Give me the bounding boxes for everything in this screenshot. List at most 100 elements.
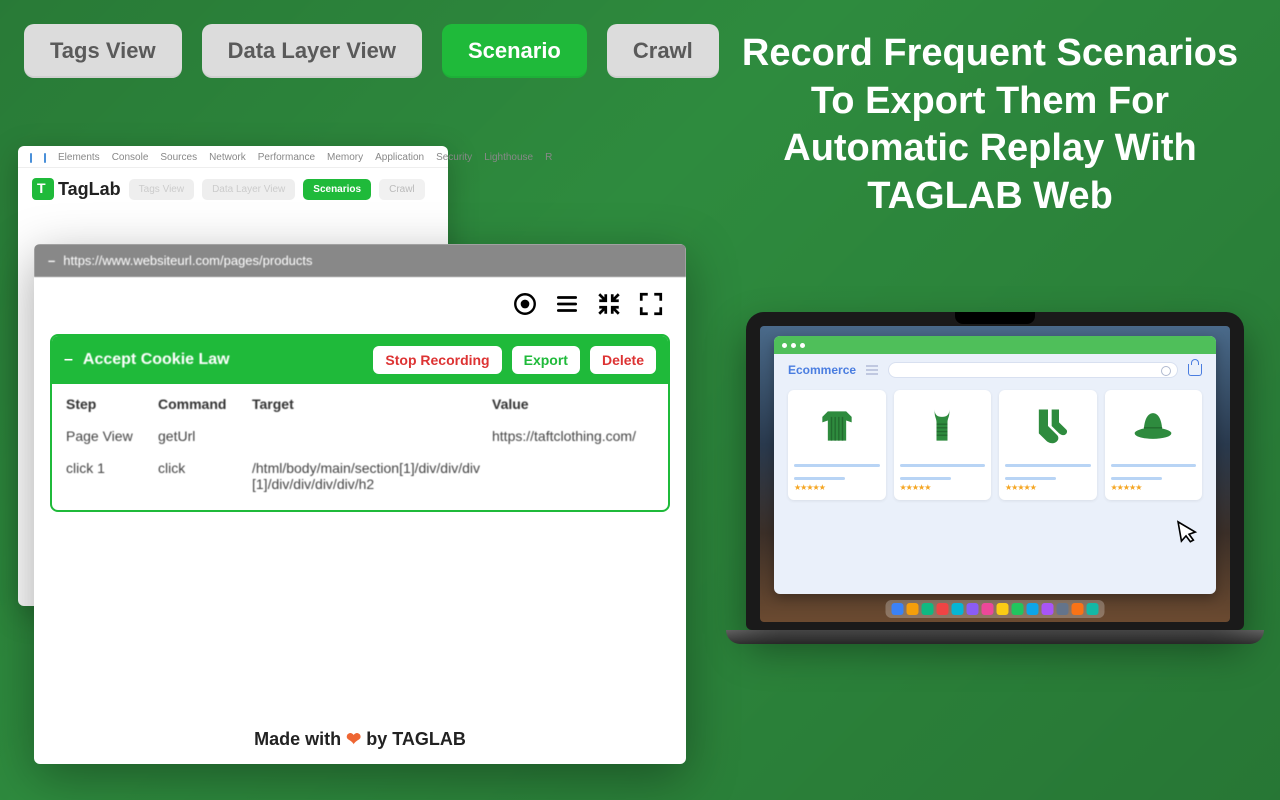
dock-app-icon[interactable] <box>967 603 979 615</box>
placeholder-line <box>794 464 880 467</box>
dock-app-icon[interactable] <box>907 603 919 615</box>
made-with-prefix: Made with <box>254 729 346 749</box>
dock-app-icon[interactable] <box>922 603 934 615</box>
devtools-tab[interactable]: Network <box>209 152 246 163</box>
table-row[interactable]: Page View getUrl https://taftclothing.co… <box>52 420 668 452</box>
dock-app-icon[interactable] <box>982 603 994 615</box>
scenario-card: – Accept Cookie Law Stop Recording Expor… <box>50 334 670 512</box>
made-with-suffix: by TAGLAB <box>361 729 466 749</box>
rating-stars: ★★★★★ <box>900 483 986 492</box>
mini-tab-tags-view[interactable]: Tags View <box>129 179 194 200</box>
record-icon[interactable] <box>512 291 538 322</box>
devtools-tab[interactable]: R <box>545 152 552 163</box>
placeholder-line <box>1005 464 1091 467</box>
cell-step: click 1 <box>66 460 158 492</box>
cell-command: click <box>158 460 252 492</box>
dock-app-icon[interactable] <box>1027 603 1039 615</box>
stop-recording-button[interactable]: Stop Recording <box>373 346 501 374</box>
product-card[interactable]: ★★★★★ <box>999 390 1097 500</box>
cell-step: Page View <box>66 428 158 444</box>
dock-app-icon[interactable] <box>1012 603 1024 615</box>
rating-stars: ★★★★★ <box>1005 483 1091 492</box>
placeholder-line <box>794 477 845 480</box>
devtools-tab[interactable]: Lighthouse <box>484 152 533 163</box>
cart-icon[interactable] <box>1188 364 1202 376</box>
collapse-icon[interactable]: – <box>48 253 55 268</box>
delete-button[interactable]: Delete <box>590 346 656 374</box>
scenario-title: Accept Cookie Law <box>83 351 363 369</box>
taglab-logo-icon <box>32 178 54 200</box>
list-icon[interactable] <box>554 291 580 322</box>
taglab-toolbar: TagLab Tags View Data Layer View Scenari… <box>18 168 448 210</box>
cell-value <box>492 460 654 492</box>
scenario-toolbar <box>34 277 686 328</box>
traffic-light-icon <box>782 343 787 348</box>
table-row[interactable]: click 1 click /html/body/main/section[1]… <box>52 452 668 500</box>
placeholder-line <box>900 477 951 480</box>
scenario-panel: – https://www.websiteurl.com/pages/produ… <box>34 244 686 764</box>
product-card[interactable]: ★★★★★ <box>1105 390 1203 500</box>
browser-window: Ecommerce ★★★★★ <box>774 336 1216 594</box>
devtools-tab[interactable]: Performance <box>258 152 315 163</box>
dock-app-icon[interactable] <box>892 603 904 615</box>
mini-tab-crawl[interactable]: Crawl <box>379 179 425 200</box>
scenario-card-header: – Accept Cookie Law Stop Recording Expor… <box>52 336 668 384</box>
traffic-light-icon <box>800 343 805 348</box>
devtools-tab[interactable]: Elements <box>58 152 100 163</box>
traffic-light-icon <box>791 343 796 348</box>
url-bar[interactable]: – https://www.websiteurl.com/pages/produ… <box>34 244 686 277</box>
rating-stars: ★★★★★ <box>794 483 880 492</box>
col-step: Step <box>66 396 158 412</box>
taglab-logo: TagLab <box>32 178 121 200</box>
devtools-tab[interactable]: Security <box>436 152 472 163</box>
step-table: Step Command Target Value Page View getU… <box>52 384 668 510</box>
export-button[interactable]: Export <box>512 346 580 374</box>
devtools-tab[interactable]: Memory <box>327 152 363 163</box>
mini-tab-scenarios[interactable]: Scenarios <box>303 179 371 200</box>
hero-headline: Record Frequent Scenarios To Export Them… <box>730 30 1250 220</box>
tab-tags-view[interactable]: Tags View <box>24 24 182 78</box>
menu-icon[interactable] <box>866 365 878 375</box>
devtools-tab[interactable]: Console <box>112 152 149 163</box>
taglab-logo-text: TagLab <box>58 179 121 200</box>
col-target: Target <box>252 396 492 412</box>
dock-app-icon[interactable] <box>997 603 1009 615</box>
tab-crawl[interactable]: Crawl <box>607 24 719 78</box>
laptop-screen: Ecommerce ★★★★★ <box>760 326 1230 622</box>
product-card[interactable]: ★★★★★ <box>894 390 992 500</box>
device-icon[interactable] <box>44 153 46 163</box>
laptop-base <box>726 630 1264 644</box>
dock-app-icon[interactable] <box>1087 603 1099 615</box>
tank-top-icon <box>900 398 986 454</box>
dock-app-icon[interactable] <box>1057 603 1069 615</box>
cell-command: getUrl <box>158 428 252 444</box>
cursor-icon <box>1173 516 1204 552</box>
fullscreen-icon[interactable] <box>638 291 664 322</box>
browser-titlebar <box>774 336 1216 354</box>
placeholder-line <box>1005 477 1056 480</box>
placeholder-line <box>900 464 986 467</box>
dock-app-icon[interactable] <box>1042 603 1054 615</box>
top-tab-row: Tags View Data Layer View Scenario Crawl <box>24 24 719 78</box>
dock-app-icon[interactable] <box>1072 603 1084 615</box>
macos-dock <box>886 600 1105 618</box>
minimize-icon[interactable] <box>596 291 622 322</box>
inspect-icon[interactable] <box>30 153 32 163</box>
tab-data-layer-view[interactable]: Data Layer View <box>202 24 422 78</box>
tab-scenario[interactable]: Scenario <box>442 24 587 78</box>
sweater-icon <box>794 398 880 454</box>
placeholder-line <box>1111 464 1197 467</box>
cell-target <box>252 428 492 444</box>
cell-target: /html/body/main/section[1]/div/div/div[1… <box>252 460 492 492</box>
dock-app-icon[interactable] <box>937 603 949 615</box>
cell-value: https://taftclothing.com/ <box>492 428 654 444</box>
col-value: Value <box>492 396 654 412</box>
search-input[interactable] <box>888 362 1178 378</box>
collapse-icon[interactable]: – <box>64 351 73 369</box>
devtools-tab[interactable]: Sources <box>160 152 197 163</box>
dock-app-icon[interactable] <box>952 603 964 615</box>
devtools-tab[interactable]: Application <box>375 152 424 163</box>
product-card[interactable]: ★★★★★ <box>788 390 886 500</box>
heart-icon: ❤ <box>346 729 361 749</box>
mini-tab-data-layer-view[interactable]: Data Layer View <box>202 179 295 200</box>
